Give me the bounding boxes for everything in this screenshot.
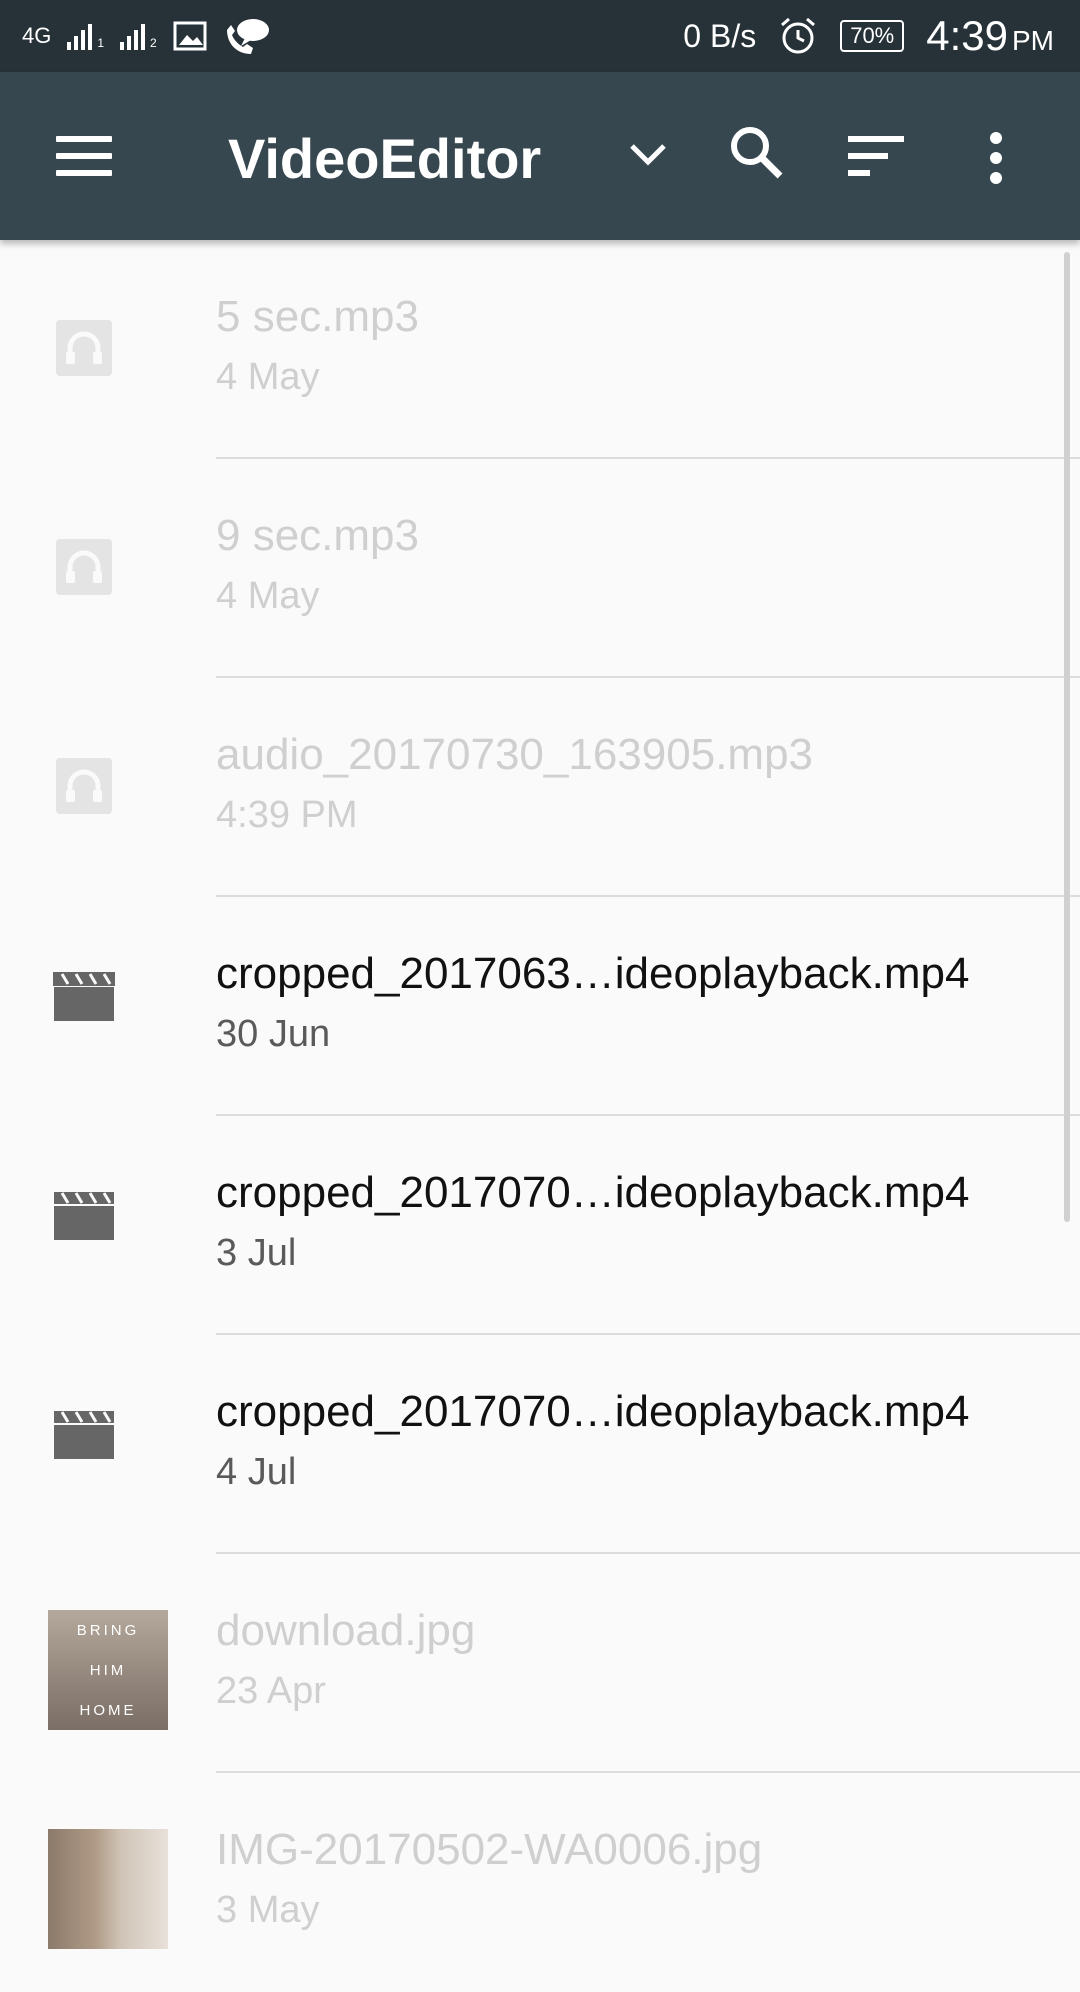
call-chat-notification-icon xyxy=(226,19,269,54)
file-name: 9 sec.mp3 xyxy=(216,511,419,560)
chevron-down-icon[interactable] xyxy=(628,140,668,170)
file-item[interactable]: cropped_2017070…ideoplayback.mp4 3 Jul xyxy=(0,1116,1080,1335)
file-item[interactable]: cropped_2017070…ideoplayback.mp4 4 Jul xyxy=(0,1335,1080,1554)
clock: 4:39 PM xyxy=(926,12,1054,60)
file-name: download.jpg xyxy=(216,1606,476,1655)
image-thumbnail xyxy=(48,1829,168,1949)
file-name: IMG-20170502-WA0006.jpg xyxy=(216,1825,763,1874)
file-name: cropped_2017070…ideoplayback.mp4 xyxy=(216,1168,970,1217)
file-name: cropped_2017063…ideoplayback.mp4 xyxy=(216,949,970,998)
signal-sim1-icon: 1 xyxy=(67,22,104,50)
image-notification-icon xyxy=(173,21,207,51)
file-date: 30 Jun xyxy=(216,1013,331,1055)
file-item[interactable]: BRING HIM HOME download.jpg 23 Apr xyxy=(0,1554,1080,1773)
network-type: 4G xyxy=(22,23,52,48)
data-speed: 0 B/s xyxy=(683,17,757,54)
file-name: cropped_2017070…ideoplayback.mp4 xyxy=(216,1387,970,1436)
clapperboard-icon xyxy=(54,1411,114,1459)
clock-time: 4:39 xyxy=(926,12,1008,59)
thumb-text: BRING xyxy=(76,1621,140,1639)
file-date: 3 May xyxy=(216,1889,320,1931)
file-list: 5 sec.mp3 4 May 9 sec.mp3 4 May audio_20… xyxy=(0,240,1080,1992)
image-thumbnail: BRING HIM HOME xyxy=(48,1610,168,1730)
file-date: 4:39 PM xyxy=(216,794,358,836)
clock-ampm: PM xyxy=(1012,25,1054,56)
clapperboard-icon xyxy=(53,972,115,1021)
file-item[interactable]: IMG-20170502-WA0006.jpg 3 May xyxy=(0,1773,1080,1992)
file-item[interactable]: cropped_2017063…ideoplayback.mp4 30 Jun xyxy=(0,897,1080,1116)
file-item[interactable]: 5 sec.mp3 4 May xyxy=(0,240,1080,459)
thumb-text: HOME xyxy=(79,1701,137,1719)
sim2-label: 2 xyxy=(150,36,157,50)
file-name: audio_20170730_163905.mp3 xyxy=(216,730,814,779)
battery-indicator: 70% xyxy=(840,19,905,53)
app-bar: VideoEditor xyxy=(0,72,1080,240)
more-options-icon[interactable] xyxy=(988,130,1004,186)
sim1-label: 1 xyxy=(97,36,105,50)
headphones-icon xyxy=(56,320,112,376)
headphones-icon xyxy=(56,758,112,814)
file-date: 3 Jul xyxy=(216,1232,297,1274)
menu-icon[interactable] xyxy=(56,136,112,176)
thumb-text: HIM xyxy=(89,1661,127,1679)
file-item[interactable]: audio_20170730_163905.mp3 4:39 PM xyxy=(0,678,1080,897)
file-date: 4 May xyxy=(216,575,320,617)
sort-icon[interactable] xyxy=(846,134,906,178)
clapperboard-icon xyxy=(54,1192,114,1240)
file-name: 5 sec.mp3 xyxy=(216,292,419,341)
file-date: 4 Jul xyxy=(216,1451,297,1493)
app-title: VideoEditor xyxy=(228,127,542,190)
signal-sim2-icon: 2 xyxy=(120,22,157,50)
alarm-icon xyxy=(781,17,816,54)
file-date: 23 Apr xyxy=(216,1670,326,1712)
scrollbar[interactable] xyxy=(1064,252,1070,1222)
headphones-icon xyxy=(56,539,112,595)
file-item[interactable]: 9 sec.mp3 4 May xyxy=(0,459,1080,678)
status-bar: 4G 1 2 0 B/s 70% 4:39 PM xyxy=(0,0,1080,72)
file-date: 4 May xyxy=(216,356,320,398)
search-icon[interactable] xyxy=(726,122,786,182)
